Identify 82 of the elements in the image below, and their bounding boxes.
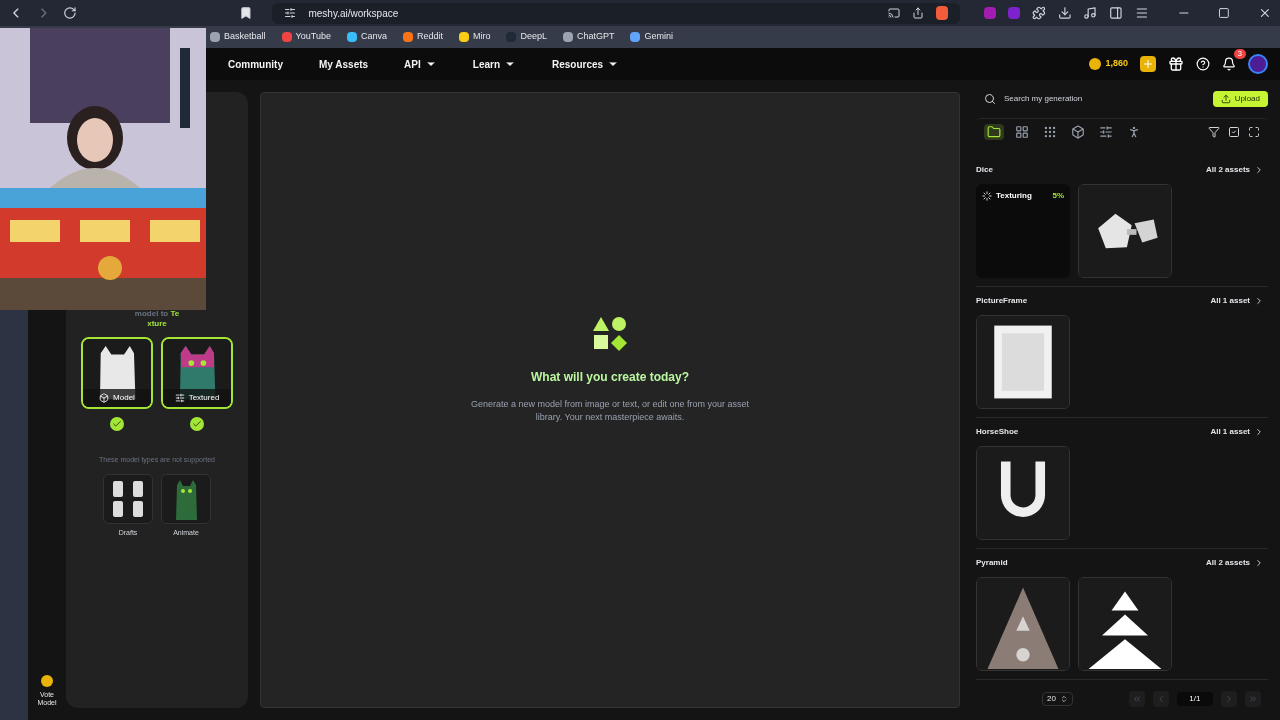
bookmark-item[interactable]: ChatGPT [562, 30, 615, 44]
group-title: PictureFrame [976, 295, 1028, 307]
chevron-icon [1254, 165, 1264, 175]
chevron-icon [1254, 427, 1264, 437]
runner-icon [1127, 124, 1141, 139]
generating-card[interactable]: Texturing 5% [976, 184, 1070, 278]
chevron-icon [1254, 296, 1264, 306]
reload-icon[interactable] [63, 6, 78, 20]
shapes-logo-icon [592, 316, 628, 352]
site-settings-icon[interactable] [284, 7, 297, 19]
page-size-select[interactable]: 20 [1042, 692, 1073, 706]
address-bar[interactable]: meshy.ai/workspace [272, 2, 961, 24]
upload-icon [1220, 94, 1231, 104]
dots-grid-icon [1043, 124, 1057, 139]
nav-link[interactable]: My Assets [319, 56, 369, 72]
group-title: HorseShoe [976, 426, 1019, 438]
all-assets-link[interactable]: All 2 assets [1205, 557, 1264, 569]
filter-tab[interactable] [984, 123, 1004, 140]
all-assets-link[interactable]: All 2 assets [1205, 164, 1264, 176]
bookmark-item[interactable]: Basketball [210, 30, 266, 44]
bookmark-item[interactable]: YouTube [281, 30, 331, 44]
first-page-icon [1131, 694, 1142, 704]
folder-icon [987, 124, 1001, 139]
close-icon[interactable] [1258, 6, 1272, 20]
group-title: Dice [976, 164, 993, 176]
plus-icon [1142, 58, 1154, 70]
all-assets-link[interactable]: All 1 asset [1210, 426, 1264, 438]
progress-percent: 5% [1052, 190, 1064, 202]
model-type-card[interactable]: Textured [161, 337, 233, 409]
chevron-icon [1254, 558, 1264, 568]
upload-button[interactable]: Upload [1212, 91, 1268, 107]
help-icon[interactable] [1196, 57, 1210, 71]
cube-icon [1071, 124, 1085, 139]
music-icon[interactable] [1083, 6, 1098, 20]
url-text: meshy.ai/workspace [308, 6, 399, 21]
gift-icon[interactable] [1168, 56, 1184, 72]
cast-icon[interactable] [888, 7, 901, 19]
coin-icon [1089, 58, 1102, 70]
search-field[interactable]: Search my generation [976, 88, 1205, 110]
nav-link[interactable]: API [404, 56, 437, 72]
last-page-icon [1247, 694, 1258, 704]
stepper-icon [1059, 695, 1068, 703]
notification-count: 3 [1233, 49, 1246, 59]
search-input[interactable]: Search my generation [1004, 93, 1164, 105]
expand-icon[interactable] [1248, 125, 1260, 138]
avatar[interactable] [1248, 54, 1268, 74]
cube-icon [99, 393, 110, 403]
bookmark-icon[interactable] [238, 6, 253, 20]
card-label: Model [113, 392, 135, 404]
bookmark-item[interactable]: Canva [346, 30, 387, 44]
model-type-card[interactable]: Model [81, 337, 153, 409]
add-credits-button[interactable] [1140, 56, 1156, 72]
hint-text: model to Te [134, 309, 180, 319]
maximize-icon[interactable] [1218, 7, 1231, 19]
bell-icon[interactable] [1222, 57, 1236, 71]
grid-icon [1015, 124, 1029, 139]
card-label: Textured [188, 392, 220, 404]
share-icon[interactable] [912, 7, 925, 19]
nav-link[interactable]: Community [228, 56, 283, 72]
extensions-icon[interactable] [1031, 6, 1046, 20]
bookmark-item[interactable]: Reddit [402, 30, 443, 44]
nav-link[interactable]: Resources [552, 56, 620, 72]
medal-icon[interactable] [41, 674, 53, 687]
download-icon[interactable] [1057, 6, 1072, 20]
bookmark-item[interactable]: DeepL [506, 30, 547, 44]
search-icon [984, 93, 996, 105]
menu-icon[interactable] [1134, 6, 1149, 20]
credit-count: 1,860 [1105, 57, 1128, 71]
bookmark-item[interactable]: Miro [458, 30, 491, 44]
empty-state-title: What will you create today? [531, 369, 689, 386]
spinner-icon [982, 191, 992, 201]
group-title: Pyramid [976, 557, 1008, 569]
hint-text: xture [147, 319, 167, 329]
sidebar-icon[interactable] [1109, 6, 1123, 20]
all-assets-link[interactable]: All 1 asset [1210, 295, 1264, 307]
filter-icon[interactable] [1208, 125, 1220, 138]
select-icon[interactable] [1228, 125, 1240, 138]
status-text: Texturing [996, 190, 1032, 202]
page-indicator: 1/1 [1176, 692, 1213, 706]
nav-link[interactable]: Learn [472, 56, 516, 72]
bookmark-item[interactable]: Gemini [630, 30, 673, 44]
empty-state-text: Generate a new model from image or text, or edit one from your asset library. Your next masterpiece awaits. [469, 398, 751, 424]
